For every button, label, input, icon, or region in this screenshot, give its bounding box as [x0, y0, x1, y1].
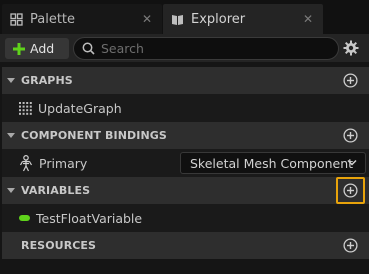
add-graph-icon[interactable] — [343, 73, 358, 88]
settings-gear-icon[interactable] — [343, 40, 359, 56]
add-button-label: Add — [30, 41, 55, 56]
graph-grid-icon — [19, 101, 32, 115]
plus-icon — [13, 42, 25, 55]
category-resources-title: RESOURCES — [21, 239, 97, 252]
tab-palette-label: Palette — [30, 11, 76, 27]
tab-palette[interactable]: Palette ✕ — [2, 4, 162, 34]
category-graphs-title: GRAPHS — [21, 74, 73, 87]
add-component-binding-icon[interactable] — [343, 128, 358, 143]
expand-arrow-icon[interactable] — [7, 187, 15, 195]
component-type-dropdown[interactable]: Skeletal Mesh Component — [180, 152, 366, 174]
search-box[interactable] — [73, 37, 339, 60]
explorer-list: GRAPHS UpdateGraph COMPONENT BINDINGS Pr… — [0, 64, 369, 274]
add-resource-icon[interactable] — [343, 238, 358, 253]
tab-explorer-label: Explorer — [191, 11, 246, 27]
category-resources[interactable]: RESOURCES — [2, 232, 369, 259]
list-item-label: UpdateGraph — [38, 100, 122, 116]
search-input[interactable] — [101, 38, 338, 59]
category-component-bindings[interactable]: COMPONENT BINDINGS — [2, 122, 369, 149]
float-pill-icon — [19, 215, 30, 221]
category-variables-title: VARIABLES — [21, 184, 91, 197]
tab-palette-close-icon[interactable]: ✕ — [142, 12, 152, 26]
book-icon — [172, 14, 183, 25]
tab-explorer-close-icon[interactable]: ✕ — [303, 12, 313, 26]
chevron-down-icon — [347, 159, 357, 166]
search-icon — [82, 42, 95, 55]
list-item-testfloatvariable[interactable]: TestFloatVariable — [2, 204, 369, 232]
list-item-label: TestFloatVariable — [36, 210, 143, 226]
list-item-label: Primary — [39, 155, 88, 171]
palette-icon — [10, 12, 23, 26]
add-button[interactable]: Add — [5, 38, 69, 59]
add-variable-icon[interactable] — [343, 183, 358, 198]
tab-bar: Palette ✕ Explorer ✕ — [0, 0, 369, 36]
list-item-primary[interactable]: Primary Skeletal Mesh Component — [2, 149, 369, 177]
expand-arrow-icon[interactable] — [7, 77, 15, 85]
toolbar: Add — [0, 34, 369, 62]
category-component-bindings-title: COMPONENT BINDINGS — [21, 129, 167, 142]
category-variables[interactable]: VARIABLES — [2, 177, 369, 204]
category-graphs[interactable]: GRAPHS — [2, 67, 369, 94]
tab-explorer[interactable]: Explorer ✕ — [163, 4, 323, 34]
list-item-updategraph[interactable]: UpdateGraph — [2, 94, 369, 122]
expand-arrow-icon[interactable] — [7, 132, 15, 140]
component-type-value: Skeletal Mesh Component — [190, 155, 354, 171]
skeleton-icon — [19, 154, 33, 171]
